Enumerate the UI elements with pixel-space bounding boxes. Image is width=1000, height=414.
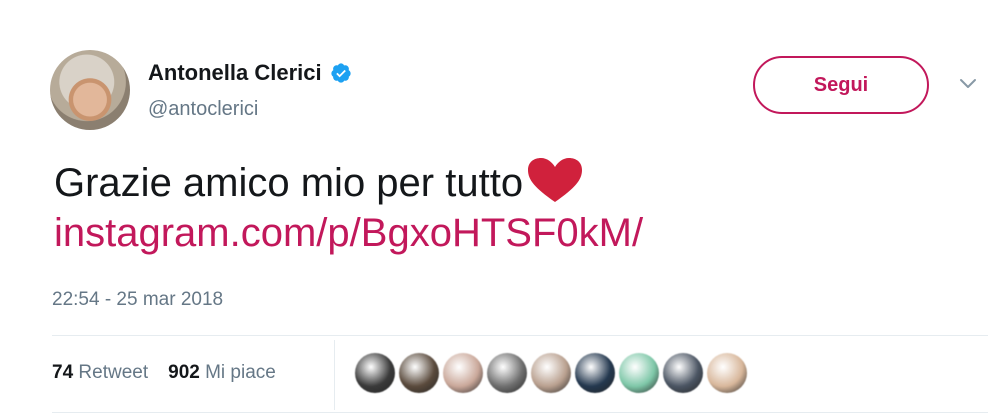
divider	[52, 412, 988, 413]
likes-label: Mi piace	[205, 362, 276, 383]
liker-avatar[interactable]	[707, 353, 747, 393]
follow-button[interactable]: Segui	[753, 56, 929, 114]
retweet-stat[interactable]: 74 Retweet	[52, 362, 148, 384]
liker-avatar[interactable]	[355, 353, 395, 393]
author-name[interactable]: Antonella Clerici	[148, 60, 322, 86]
chevron-down-icon[interactable]	[958, 76, 978, 92]
liker-avatar[interactable]	[575, 353, 615, 393]
verified-badge-icon	[330, 62, 352, 84]
liker-avatars	[355, 353, 747, 393]
tweet-stats: 74 Retweet 902 Mi piace	[52, 362, 276, 384]
author-handle[interactable]: @antoclerici	[148, 98, 258, 121]
tweet-timestamp[interactable]: 22:54 - 25 mar 2018	[52, 289, 223, 311]
divider	[52, 335, 988, 336]
author-name-row[interactable]: Antonella Clerici	[148, 60, 352, 86]
tweet-body: Grazie amico mio per tutto instagram.com…	[54, 158, 974, 258]
stats-separator	[334, 340, 335, 410]
liker-avatar[interactable]	[487, 353, 527, 393]
tweet-link[interactable]: instagram.com/p/BgxoHTSF0kM/	[54, 208, 974, 258]
heart-emoji-icon	[525, 156, 585, 206]
tweet-text: Grazie amico mio per tutto	[54, 161, 524, 205]
liker-avatar[interactable]	[531, 353, 571, 393]
author-avatar[interactable]	[50, 50, 130, 130]
liker-avatar[interactable]	[399, 353, 439, 393]
retweet-label: Retweet	[78, 362, 149, 383]
liker-avatar[interactable]	[619, 353, 659, 393]
likes-stat[interactable]: 902 Mi piace	[168, 362, 276, 384]
liker-avatar[interactable]	[663, 353, 703, 393]
retweet-count: 74	[52, 362, 74, 383]
liker-avatar[interactable]	[443, 353, 483, 393]
likes-count: 902	[168, 362, 200, 383]
